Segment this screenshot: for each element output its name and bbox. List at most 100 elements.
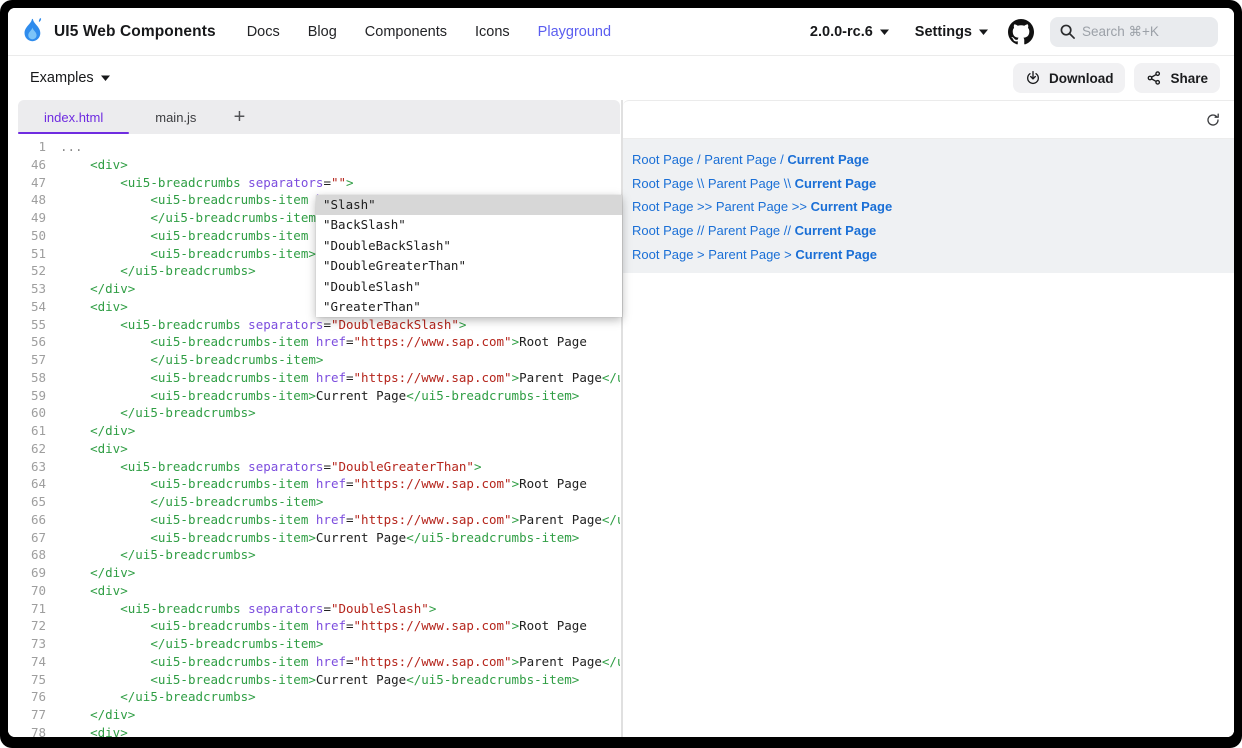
autocomplete-option[interactable]: "DoubleBackSlash" — [316, 236, 622, 256]
line-number: 66 — [18, 511, 46, 529]
nav-item-blog[interactable]: Blog — [308, 24, 337, 40]
refresh-icon — [1205, 112, 1221, 128]
code-line-content: <ui5-breadcrumbs-item hr — [60, 191, 331, 209]
line-number: 76 — [18, 688, 46, 706]
code-line: 46 <div> — [18, 156, 620, 174]
code-line-content: </ui5-breadcrumbs> — [60, 262, 256, 280]
share-button[interactable]: Share — [1134, 63, 1220, 93]
search-box[interactable] — [1050, 17, 1218, 47]
line-number: 62 — [18, 440, 46, 458]
nav-item-icons[interactable]: Icons — [475, 24, 510, 40]
line-number: 1 — [18, 138, 46, 156]
breadcrumb-row: Root Page >> Parent Page >> Current Page — [632, 195, 1234, 219]
line-number: 49 — [18, 209, 46, 227]
code-line: 65 </ui5-breadcrumbs-item> — [18, 493, 620, 511]
autocomplete-option[interactable]: "DoubleGreaterThan" — [316, 256, 622, 276]
autocomplete-option[interactable]: "Slash" — [316, 195, 622, 215]
code-line-content: <ui5-breadcrumbs-item>Current Page</ui5-… — [60, 671, 579, 689]
breadcrumb-link[interactable]: Root Page — [632, 152, 693, 167]
line-number: 47 — [18, 174, 46, 192]
breadcrumb-link[interactable]: Root Page — [632, 223, 693, 238]
code-line: 1... — [18, 138, 620, 156]
preview-toolbar — [623, 101, 1234, 139]
code-line-content: </div> — [60, 564, 135, 582]
line-number: 69 — [18, 564, 46, 582]
code-line: 56 <ui5-breadcrumbs-item href="https://w… — [18, 333, 620, 351]
line-number: 77 — [18, 706, 46, 724]
line-number: 63 — [18, 458, 46, 476]
code-line: 57 </ui5-breadcrumbs-item> — [18, 351, 620, 369]
code-line-content: <ui5-breadcrumbs separators="DoubleSlash… — [60, 600, 436, 618]
examples-dropdown[interactable]: Examples — [30, 70, 110, 86]
code-line-content: </ui5-breadcrumbs-item> — [60, 493, 323, 511]
breadcrumb-link[interactable]: Parent Page — [716, 199, 788, 214]
autocomplete-option[interactable]: "BackSlash" — [316, 215, 622, 235]
line-number: 60 — [18, 404, 46, 422]
code-line-content: <div> — [60, 724, 128, 737]
line-number: 59 — [18, 387, 46, 405]
code-line: 60 </ui5-breadcrumbs> — [18, 404, 620, 422]
breadcrumb-link[interactable]: Root Page — [632, 176, 693, 191]
line-number: 55 — [18, 316, 46, 334]
share-icon — [1146, 70, 1162, 86]
line-number: 61 — [18, 422, 46, 440]
code-line-content: <ui5-breadcrumbs-item href="https://www.… — [60, 333, 587, 351]
search-input[interactable] — [1082, 24, 1200, 39]
line-number: 71 — [18, 600, 46, 618]
refresh-button[interactable] — [1205, 112, 1221, 128]
nav-item-playground[interactable]: Playground — [538, 24, 611, 40]
autocomplete-option[interactable]: "GreaterThan" — [316, 297, 622, 317]
code-line-content: ... — [60, 138, 83, 156]
breadcrumb-link[interactable]: Parent Page — [708, 247, 780, 262]
line-number: 67 — [18, 529, 46, 547]
code-line-content: <div> — [60, 298, 128, 316]
code-line: 70 <div> — [18, 582, 620, 600]
breadcrumb-current: Current Page — [787, 152, 869, 167]
breadcrumb-separator: // — [780, 223, 794, 238]
breadcrumb-row: Root Page // Parent Page // Current Page — [632, 219, 1234, 243]
download-icon — [1025, 70, 1041, 86]
breadcrumb-link[interactable]: Parent Page — [708, 223, 780, 238]
code-line: 62 <div> — [18, 440, 620, 458]
line-number: 68 — [18, 546, 46, 564]
screenshot-frame: UI5 Web Components Docs Blog Components Ico… — [0, 0, 1242, 748]
settings-dropdown[interactable]: Settings — [915, 24, 988, 40]
breadcrumb-separator: \\ — [693, 176, 707, 191]
nav-item-docs[interactable]: Docs — [247, 24, 280, 40]
brand-link[interactable]: UI5 Web Components — [20, 17, 216, 46]
line-number: 70 — [18, 582, 46, 600]
breadcrumb-current: Current Page — [795, 176, 877, 191]
editor-tab-index-html[interactable]: index.html — [18, 100, 129, 134]
line-number: 56 — [18, 333, 46, 351]
line-number: 46 — [18, 156, 46, 174]
code-line-content: <div> — [60, 582, 128, 600]
code-line: 71 <ui5-breadcrumbs separators="DoubleSl… — [18, 600, 620, 618]
download-button[interactable]: Download — [1013, 63, 1126, 93]
breadcrumb-link[interactable]: Parent Page — [708, 176, 780, 191]
line-number: 72 — [18, 617, 46, 635]
search-icon — [1060, 24, 1075, 39]
editor-tabbar: index.htmlmain.js + — [18, 100, 620, 134]
breadcrumb-link[interactable]: Root Page — [632, 199, 693, 214]
new-file-button[interactable]: + — [222, 100, 256, 134]
code-line-content: <ui5-breadcrumbs separators=""> — [60, 174, 354, 192]
github-icon — [1008, 19, 1034, 45]
breadcrumb-current: Current Page — [795, 247, 877, 262]
breadcrumb-current: Current Page — [795, 223, 877, 238]
breadcrumb-link[interactable]: Parent Page — [704, 152, 776, 167]
code-line: 66 <ui5-breadcrumbs-item href="https://w… — [18, 511, 620, 529]
line-number: 64 — [18, 475, 46, 493]
version-dropdown[interactable]: 2.0.0-rc.6 — [810, 24, 889, 40]
github-link[interactable] — [1008, 19, 1034, 45]
share-label: Share — [1170, 71, 1208, 86]
nav-item-components[interactable]: Components — [365, 24, 447, 40]
code-line: 64 <ui5-breadcrumbs-item href="https://w… — [18, 475, 620, 493]
line-number: 58 — [18, 369, 46, 387]
autocomplete-option[interactable]: "DoubleSlash" — [316, 277, 622, 297]
code-line-content: </div> — [60, 422, 135, 440]
line-number: 75 — [18, 671, 46, 689]
code-line-content: </ui5-breadcrumbs-item> — [60, 635, 323, 653]
chevron-down-icon — [979, 29, 988, 35]
breadcrumb-link[interactable]: Root Page — [632, 247, 693, 262]
editor-tab-main-js[interactable]: main.js — [129, 100, 222, 134]
